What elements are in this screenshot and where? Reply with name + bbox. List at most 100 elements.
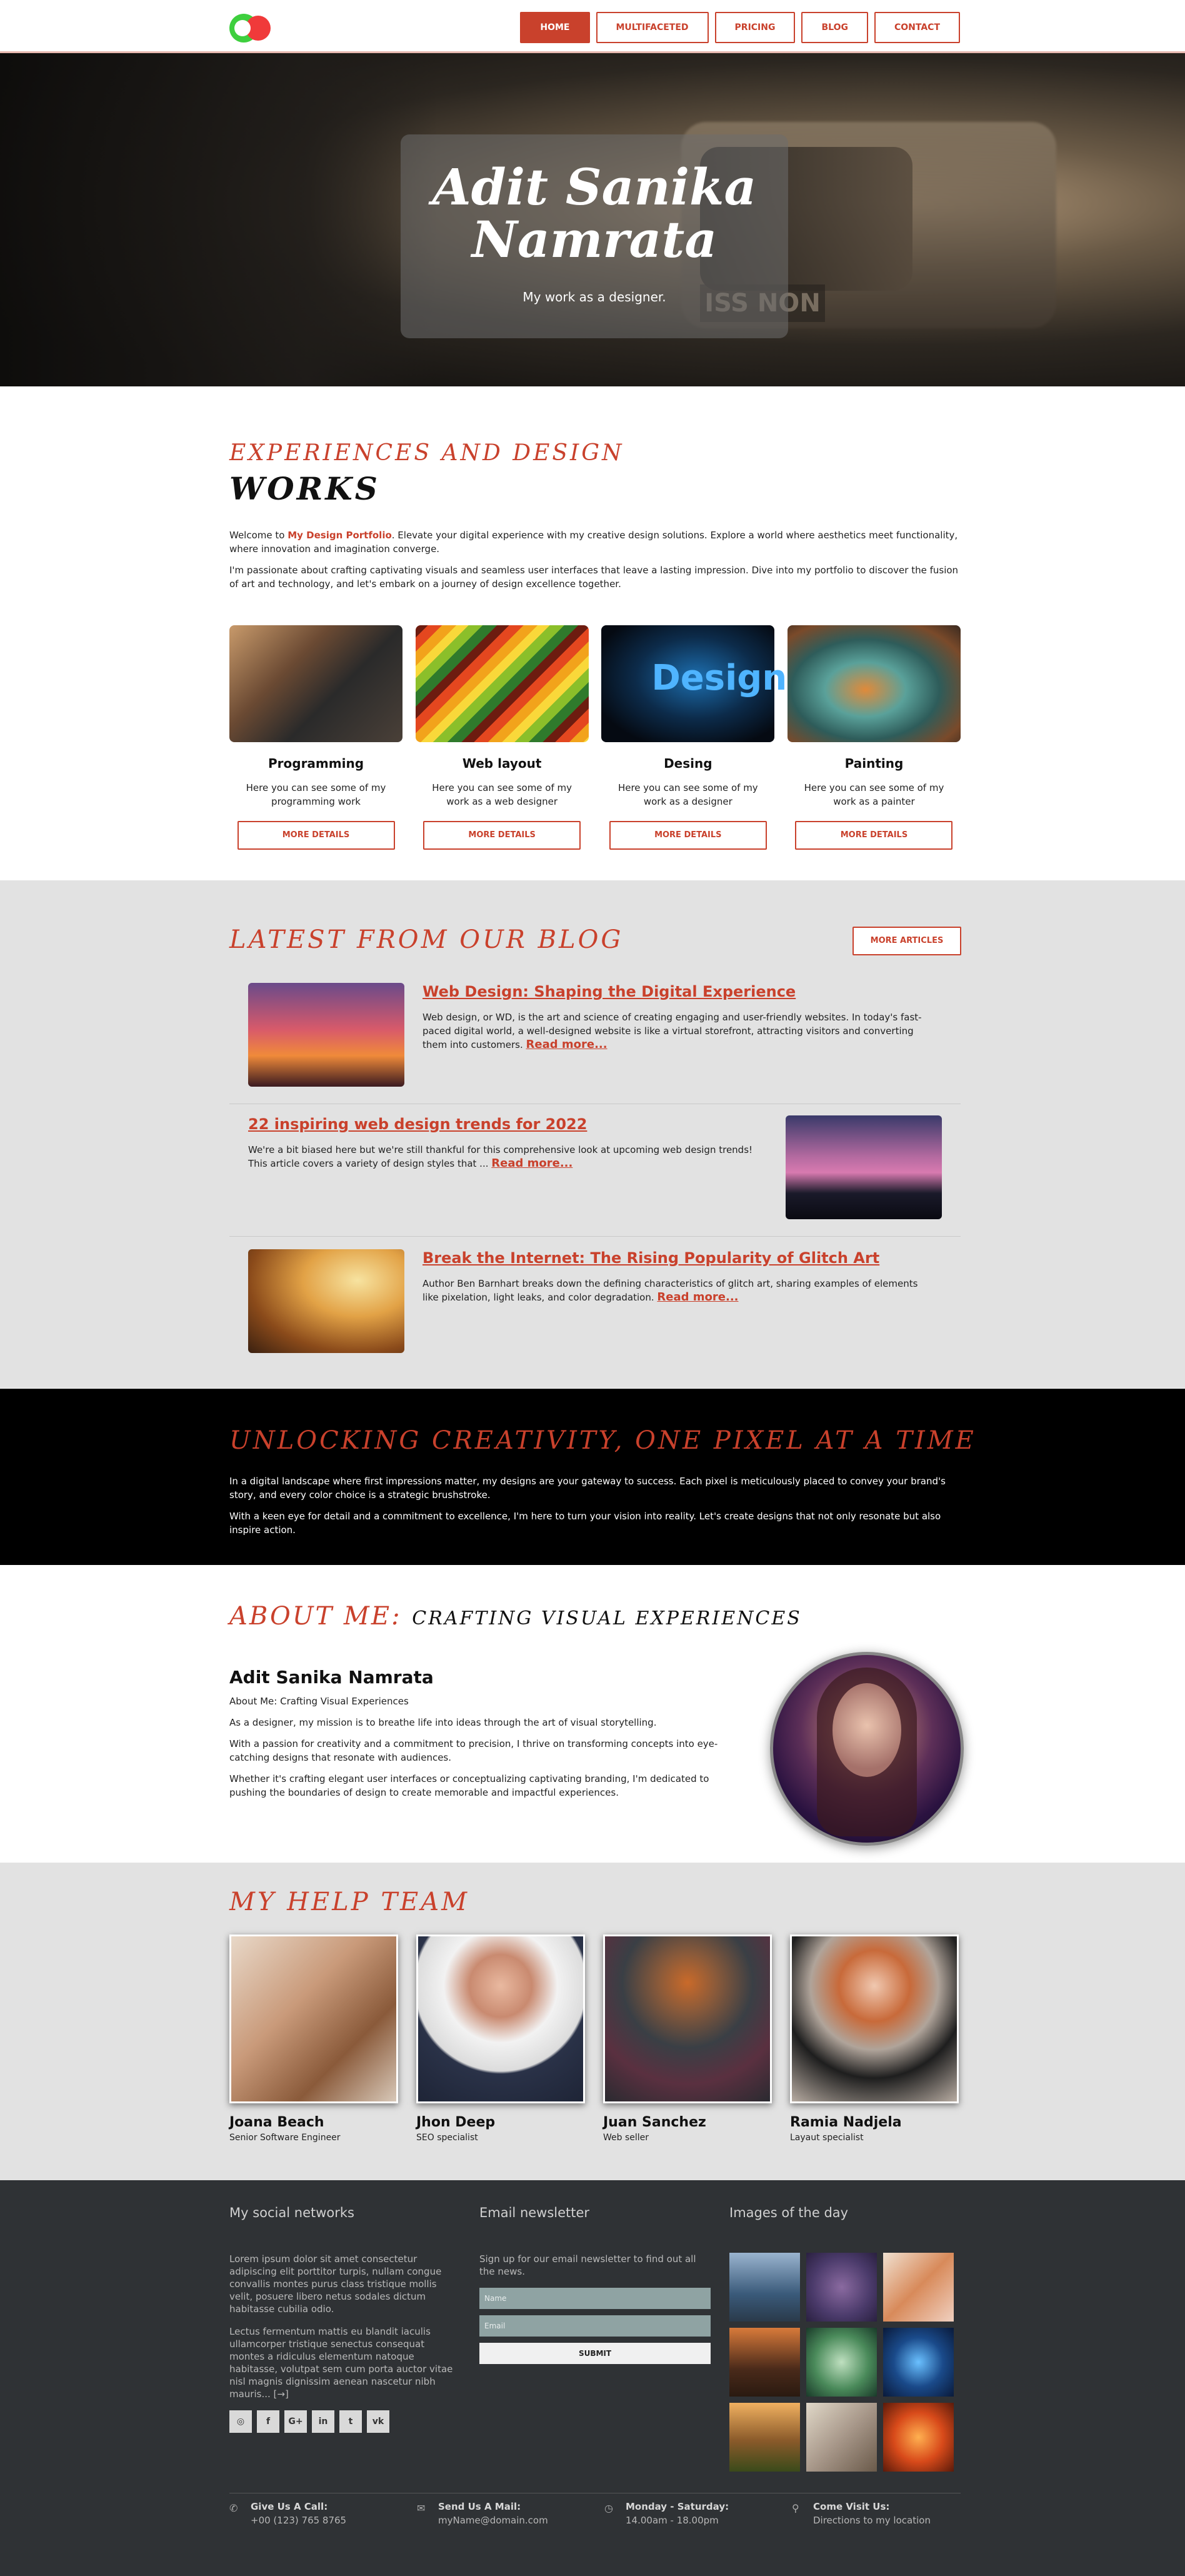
- facebook-icon[interactable]: f: [257, 2410, 279, 2433]
- site-footer: My social networks Lorem ipsum dolor sit…: [0, 2180, 1185, 2576]
- more-details-button[interactable]: MORE DETAILS: [609, 821, 767, 850]
- about-name: Adit Sanika Namrata: [229, 1667, 434, 1688]
- team-member-role: Web seller: [603, 2133, 649, 2143]
- card-title: Painting: [844, 756, 904, 771]
- blog-post-excerpt: Web design, or WD, is the art and scienc…: [422, 1012, 922, 1051]
- banner-text: In a digital landscape where first impre…: [229, 1476, 946, 1536]
- location-icon: ⚲: [792, 2502, 799, 2514]
- google-plus-icon[interactable]: G+: [284, 2410, 307, 2433]
- gallery-image[interactable]: [883, 2328, 954, 2397]
- contact-hours: ◷ Monday - Saturday: 14.00am - 18.00pm: [604, 2501, 729, 2526]
- footer-text: Lorem ipsum dolor sit amet consectetur a…: [229, 2253, 442, 2315]
- team-member-role: Layaut specialist: [790, 2133, 864, 2143]
- team-member-photo: [603, 1935, 772, 2103]
- nav-pricing[interactable]: PRICING: [714, 12, 796, 43]
- blog-post-title[interactable]: 22 inspiring web design trends for 2022: [248, 1115, 587, 1133]
- gallery-image[interactable]: [729, 2253, 800, 2322]
- card-title: Programming: [268, 756, 364, 771]
- card-text: Here you can see some of my programming …: [246, 782, 386, 807]
- mail-icon: ✉: [417, 2502, 426, 2514]
- nav-home[interactable]: HOME: [520, 12, 590, 43]
- site-header: HOME MULTIFACETED PRICING BLOG CONTACT: [0, 0, 1185, 53]
- clock-icon: ◷: [604, 2502, 613, 2514]
- gallery-image[interactable]: [806, 2403, 877, 2472]
- arrow-link-icon[interactable]: [→]: [274, 2388, 289, 2400]
- nav-blog[interactable]: BLOG: [801, 12, 868, 43]
- contact-location: ⚲ Come Visit Us: Directions to my locatio…: [792, 2501, 967, 2526]
- linkedin-icon[interactable]: in: [312, 2410, 334, 2433]
- twitter-icon[interactable]: t: [339, 2410, 362, 2433]
- blog-post-title[interactable]: Web Design: Shaping the Digital Experien…: [422, 983, 796, 1000]
- work-card-web-layout: Web layout Here you can see some of my w…: [415, 625, 589, 850]
- contact-mail: ✉ Send Us A Mail: myName@domain.com: [417, 2501, 592, 2526]
- about-title: ABOUT ME: CRAFTING VISUAL EXPERIENCES: [229, 1602, 802, 1631]
- team-section: MY HELP TEAM Joana Beach Senior Software…: [0, 1863, 1185, 2180]
- avatar: [770, 1652, 964, 1846]
- footer-social: My social networks Lorem ipsum dolor sit…: [229, 2205, 461, 2433]
- gallery-image[interactable]: [883, 2403, 954, 2472]
- design-screen-image: Design: [601, 625, 787, 742]
- hero-subtitle: My work as a designer.: [522, 289, 666, 304]
- more-articles-button[interactable]: MORE ARTICLES: [852, 927, 961, 955]
- read-more-link[interactable]: Read more...: [526, 1038, 608, 1051]
- card-text: Here you can see some of my work as a pa…: [804, 782, 944, 807]
- team-member: Jhon Deep SEO specialist: [416, 1935, 585, 2143]
- footer-text: Lectus fermentum mattis eu blandit iacul…: [229, 2326, 453, 2400]
- card-text: Here you can see some of my work as a de…: [618, 782, 758, 807]
- portfolio-link[interactable]: My Design Portfolio: [288, 530, 392, 541]
- gallery-image[interactable]: [729, 2328, 800, 2397]
- team-member-name: Joana Beach: [229, 2115, 324, 2130]
- hero-title: Adit Sanika Namrata: [432, 158, 757, 269]
- team-member-photo: [790, 1935, 959, 2103]
- works-title: WORKS: [229, 470, 380, 507]
- gallery-image[interactable]: [806, 2253, 877, 2322]
- team-title: MY HELP TEAM: [229, 1888, 470, 1916]
- team-member: Ramia Nadjela Layaut specialist: [790, 1935, 959, 2143]
- submit-button[interactable]: SUBMIT: [479, 2343, 711, 2364]
- more-details-button[interactable]: MORE DETAILS: [237, 821, 395, 850]
- email-link[interactable]: myName@domain.com: [438, 2515, 592, 2526]
- read-more-link[interactable]: Read more...: [491, 1157, 572, 1170]
- card-title: Web layout: [462, 756, 542, 771]
- nav-multifaceted[interactable]: MULTIFACETED: [596, 12, 709, 43]
- programming-image: [229, 625, 402, 742]
- blog-section: LATEST FROM OUR BLOG MORE ARTICLES: [0, 880, 1185, 1388]
- main-nav: HOME MULTIFACETED PRICING BLOG CONTACT: [520, 12, 960, 43]
- footer-gallery: Images of the day: [729, 2205, 961, 2472]
- read-more-link[interactable]: Read more...: [657, 1291, 738, 1304]
- gallery-image[interactable]: [883, 2253, 954, 2322]
- blog-post-image: [248, 983, 404, 1087]
- more-details-button[interactable]: MORE DETAILS: [795, 821, 953, 850]
- name-field[interactable]: Name: [479, 2288, 711, 2309]
- more-details-button[interactable]: MORE DETAILS: [423, 821, 581, 850]
- blog-post-excerpt: We're a bit biased here but we're still …: [248, 1144, 753, 1170]
- nav-contact[interactable]: CONTACT: [874, 12, 960, 43]
- directions-link[interactable]: Directions to my location: [813, 2515, 967, 2526]
- hero-card: Adit Sanika Namrata My work as a designe…: [401, 134, 788, 338]
- about-text: About Me: Crafting Visual Experiences As…: [229, 1696, 718, 1798]
- page: { "header": { "logo": "logo", "nav": [ {…: [0, 0, 1185, 2576]
- footer-heading: My social networks: [229, 2205, 354, 2220]
- contact-call: ✆ Give Us A Call: +00 (123) 765 8765: [229, 2501, 347, 2526]
- work-card-painting: Painting Here you can see some of my wor…: [787, 625, 961, 850]
- team-member-name: Juan Sanchez: [603, 2115, 706, 2130]
- footer-text: Sign up for our email newsletter to find…: [479, 2253, 696, 2277]
- divider: [229, 1236, 961, 1237]
- banner-title: UNLOCKING CREATIVITY, ONE PIXEL AT A TIM…: [229, 1426, 976, 1455]
- footer-heading: Images of the day: [729, 2205, 849, 2220]
- blog-post-title[interactable]: Break the Internet: The Rising Popularit…: [422, 1249, 879, 1267]
- hero-banner: ISS NON Adit Sanika Namrata My work as a…: [0, 53, 1185, 386]
- email-field[interactable]: Email: [479, 2315, 711, 2337]
- team-member-photo: [416, 1935, 585, 2103]
- dribbble-icon[interactable]: ◎: [229, 2410, 252, 2433]
- vk-icon[interactable]: vk: [367, 2410, 389, 2433]
- team-member-photo: [229, 1935, 398, 2103]
- logo-icon[interactable]: [229, 14, 273, 44]
- team-member-role: Senior Software Engineer: [229, 2133, 341, 2143]
- creativity-banner: UNLOCKING CREATIVITY, ONE PIXEL AT A TIM…: [0, 1389, 1185, 1565]
- images-of-the-day: [729, 2253, 961, 2472]
- blog-title: LATEST FROM OUR BLOG: [229, 925, 624, 954]
- gallery-image[interactable]: [806, 2328, 877, 2397]
- gallery-image[interactable]: [729, 2403, 800, 2472]
- phone-icon: ✆: [229, 2502, 238, 2514]
